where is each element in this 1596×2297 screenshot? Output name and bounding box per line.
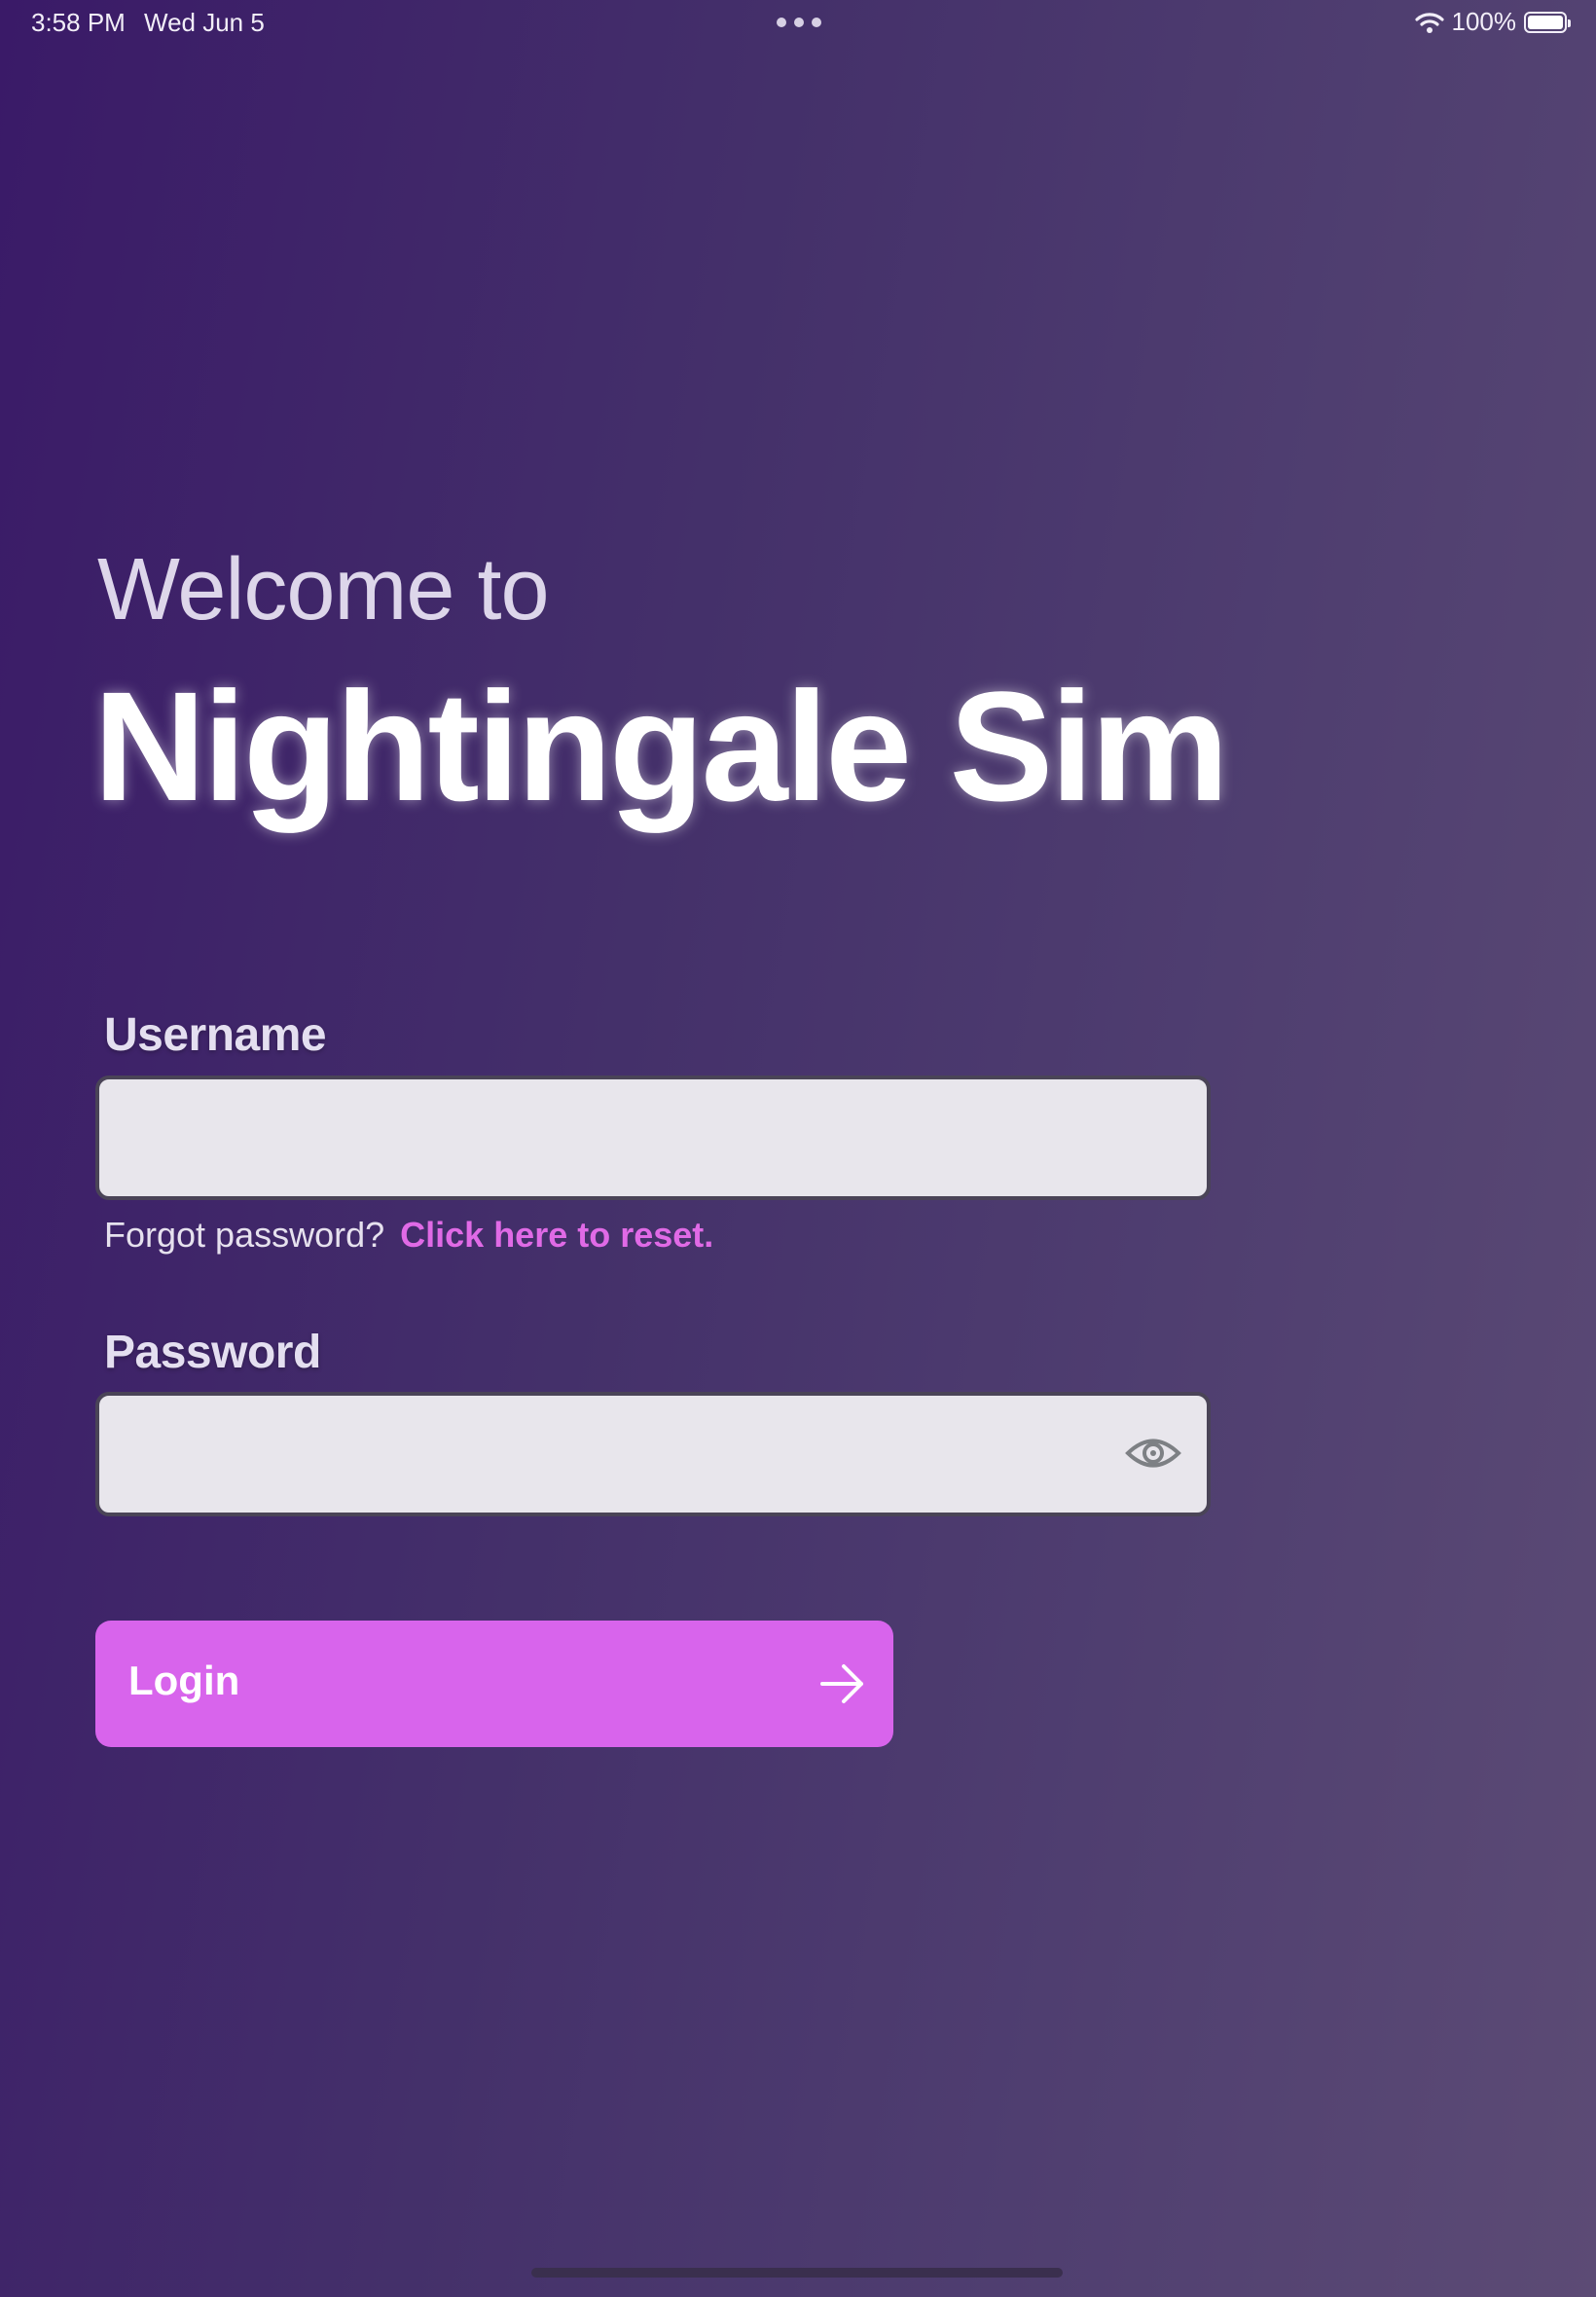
status-indicators: 100% <box>1414 7 1571 37</box>
wifi-icon <box>1414 12 1444 33</box>
welcome-text: Welcome to <box>97 541 550 638</box>
eye-icon[interactable] <box>1125 1433 1181 1474</box>
arrow-right-icon <box>820 1664 863 1703</box>
forgot-password-row: Forgot password? Click here to reset. <box>104 1215 713 1256</box>
username-label: Username <box>104 1009 327 1061</box>
login-button-label: Login <box>128 1658 240 1703</box>
password-label: Password <box>104 1327 321 1378</box>
status-date: Wed Jun 5 <box>144 8 265 37</box>
battery-icon <box>1524 11 1571 33</box>
status-time: 3:58 PM <box>31 8 126 37</box>
forgot-password-text: Forgot password? <box>104 1215 385 1255</box>
multitasking-dots-icon[interactable] <box>777 18 821 27</box>
battery-percentage: 100% <box>1451 7 1517 36</box>
username-field[interactable] <box>95 1076 1211 1200</box>
password-field[interactable] <box>95 1392 1211 1516</box>
login-button[interactable]: Login <box>95 1621 893 1747</box>
app-title: Nightingale Sim <box>93 659 1229 833</box>
status-bar: 3:58 PM Wed Jun 5 100% <box>0 0 1596 47</box>
reset-password-link[interactable]: Click here to reset. <box>400 1215 713 1255</box>
home-indicator[interactable] <box>531 2268 1063 2278</box>
